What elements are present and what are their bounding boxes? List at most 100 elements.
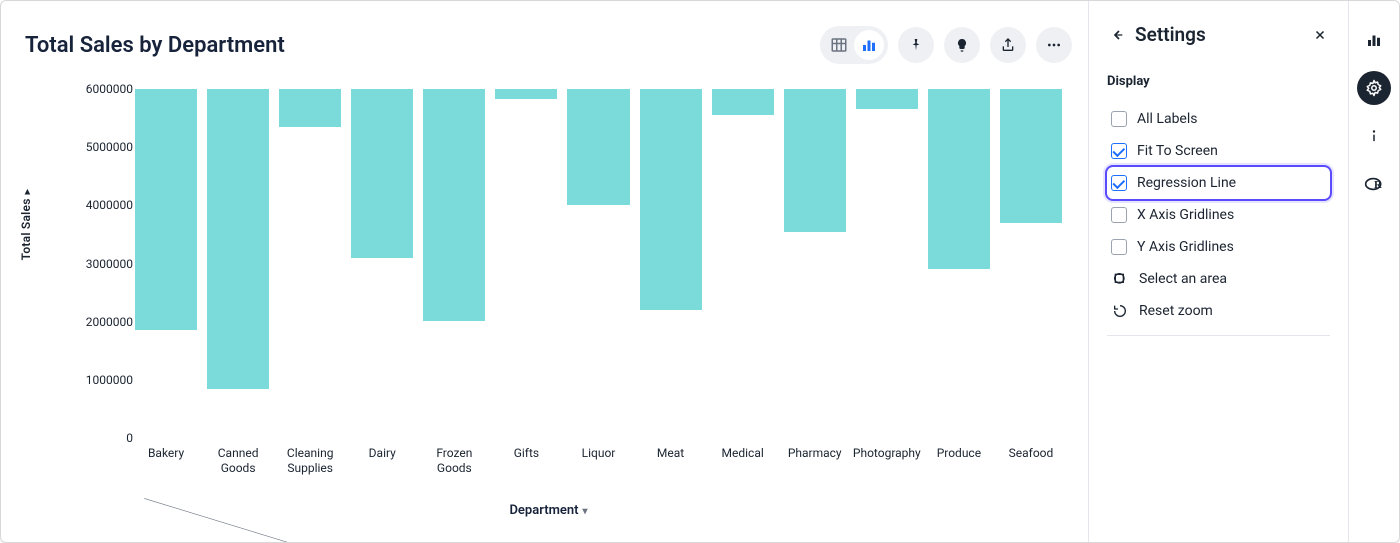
bar[interactable] — [279, 89, 341, 127]
y-tick: 4000000 — [61, 198, 133, 212]
y-tick: 2000000 — [61, 315, 133, 329]
bar-slot: Liquor — [567, 89, 629, 438]
option-regression-line[interactable]: Regression Line — [1107, 167, 1330, 199]
bar-chart-icon — [860, 36, 878, 54]
panel-divider — [1107, 335, 1330, 336]
back-button[interactable] — [1107, 25, 1127, 45]
x-axis-label[interactable]: Department ▾ — [25, 503, 1072, 518]
bar-category-label: Cleaning Supplies — [279, 446, 341, 476]
page-title: Total Sales by Department — [25, 33, 285, 58]
rail-r-button[interactable]: R — [1357, 167, 1391, 201]
view-table-button[interactable] — [824, 30, 854, 60]
bar[interactable] — [928, 89, 990, 269]
checkbox-unchecked-icon — [1111, 207, 1127, 223]
y-tick: 0 — [61, 431, 133, 445]
bar-slot: Dairy — [351, 89, 413, 438]
bar-category-label: Bakery — [148, 446, 184, 461]
option-select-area[interactable]: Select an area — [1107, 263, 1330, 295]
insight-button[interactable] — [944, 27, 980, 63]
bar-category-label: Medical — [722, 446, 764, 461]
sort-icon: ▸ — [22, 189, 33, 194]
bar[interactable] — [423, 89, 485, 321]
bar-slot: Canned Goods — [207, 89, 269, 438]
bar-category-label: Frozen Goods — [423, 446, 485, 476]
arrow-left-icon — [1109, 27, 1125, 43]
reset-icon — [1111, 303, 1129, 319]
bar[interactable] — [207, 89, 269, 389]
bars-container: BakeryCanned GoodsCleaning SuppliesDairy… — [135, 89, 1062, 438]
share-icon — [1000, 37, 1016, 53]
x-axis-label-text: Department — [509, 503, 578, 518]
chevron-down-icon: ▾ — [583, 506, 588, 517]
close-button[interactable] — [1310, 25, 1330, 45]
option-y-gridlines[interactable]: Y Axis Gridlines — [1107, 231, 1330, 263]
gear-icon — [1365, 79, 1383, 97]
option-label: Select an area — [1139, 271, 1227, 287]
checkbox-checked-icon — [1111, 175, 1127, 191]
ellipsis-icon — [1046, 37, 1062, 53]
option-label: X Axis Gridlines — [1137, 207, 1234, 223]
pin-button[interactable] — [898, 27, 934, 63]
bar-slot: Photography — [856, 89, 918, 438]
bar-category-label: Photography — [853, 446, 921, 461]
bar-category-label: Meat — [657, 446, 684, 461]
option-label: Regression Line — [1137, 175, 1236, 191]
chart-area: Total Sales▸ 010000002000000300000040000… — [25, 67, 1072, 524]
bar[interactable] — [1000, 89, 1062, 223]
bar-slot: Frozen Goods — [423, 89, 485, 438]
option-label: Reset zoom — [1139, 303, 1213, 319]
bar[interactable] — [640, 89, 702, 310]
y-axis-label[interactable]: Total Sales ▸ — [19, 189, 33, 260]
option-label: All Labels — [1137, 111, 1197, 127]
bar[interactable] — [856, 89, 918, 109]
checkbox-unchecked-icon — [1111, 239, 1127, 255]
svg-text:R: R — [1374, 179, 1382, 191]
bar-slot: Medical — [712, 89, 774, 438]
bar[interactable] — [351, 89, 413, 258]
option-all-labels[interactable]: All Labels — [1107, 103, 1330, 135]
chart-toolbar — [820, 26, 1072, 64]
bar[interactable] — [135, 89, 197, 330]
option-reset-zoom[interactable]: Reset zoom — [1107, 295, 1330, 327]
rail-settings-button[interactable] — [1357, 71, 1391, 105]
settings-header: Settings — [1107, 23, 1330, 46]
select-area-icon — [1111, 271, 1129, 287]
rail-chart-button[interactable] — [1357, 23, 1391, 57]
bar-chart-icon — [1365, 31, 1383, 49]
bar-slot: Bakery — [135, 89, 197, 438]
rail-info-button[interactable] — [1357, 119, 1391, 153]
bar-slot: Pharmacy — [784, 89, 846, 438]
checkbox-unchecked-icon — [1111, 111, 1127, 127]
bar[interactable] — [567, 89, 629, 205]
view-chart-button[interactable] — [854, 30, 884, 60]
option-x-gridlines[interactable]: X Axis Gridlines — [1107, 199, 1330, 231]
bar-slot: Meat — [640, 89, 702, 438]
option-label: Fit To Screen — [1137, 143, 1218, 159]
y-axis-label-text: Total Sales — [19, 198, 33, 260]
bar-category-label: Liquor — [582, 446, 616, 461]
bar[interactable] — [712, 89, 774, 115]
info-icon — [1365, 127, 1383, 145]
bar[interactable] — [495, 89, 557, 99]
y-tick: 1000000 — [61, 373, 133, 387]
app-frame: Total Sales by Department — [0, 0, 1400, 543]
more-button[interactable] — [1036, 27, 1072, 63]
pin-icon — [908, 37, 924, 53]
bar-category-label: Dairy — [369, 446, 396, 461]
close-icon — [1314, 29, 1326, 41]
bar-category-label: Produce — [937, 446, 981, 461]
bar-slot: Gifts — [495, 89, 557, 438]
bar-category-label: Gifts — [514, 446, 539, 461]
bar-category-label: Canned Goods — [207, 446, 269, 476]
plot-region[interactable]: 0100000020000003000000400000050000006000… — [135, 89, 1062, 438]
y-tick: 6000000 — [61, 82, 133, 96]
checkbox-checked-icon — [1111, 143, 1127, 159]
main-area: Total Sales by Department — [1, 1, 1088, 542]
settings-panel: Settings Display All Labels Fit To Scree… — [1088, 1, 1348, 542]
share-button[interactable] — [990, 27, 1026, 63]
option-fit-to-screen[interactable]: Fit To Screen — [1107, 135, 1330, 167]
view-toggle — [820, 26, 888, 64]
bar-slot: Seafood — [1000, 89, 1062, 438]
bar[interactable] — [784, 89, 846, 232]
r-logo-icon: R — [1364, 174, 1384, 194]
